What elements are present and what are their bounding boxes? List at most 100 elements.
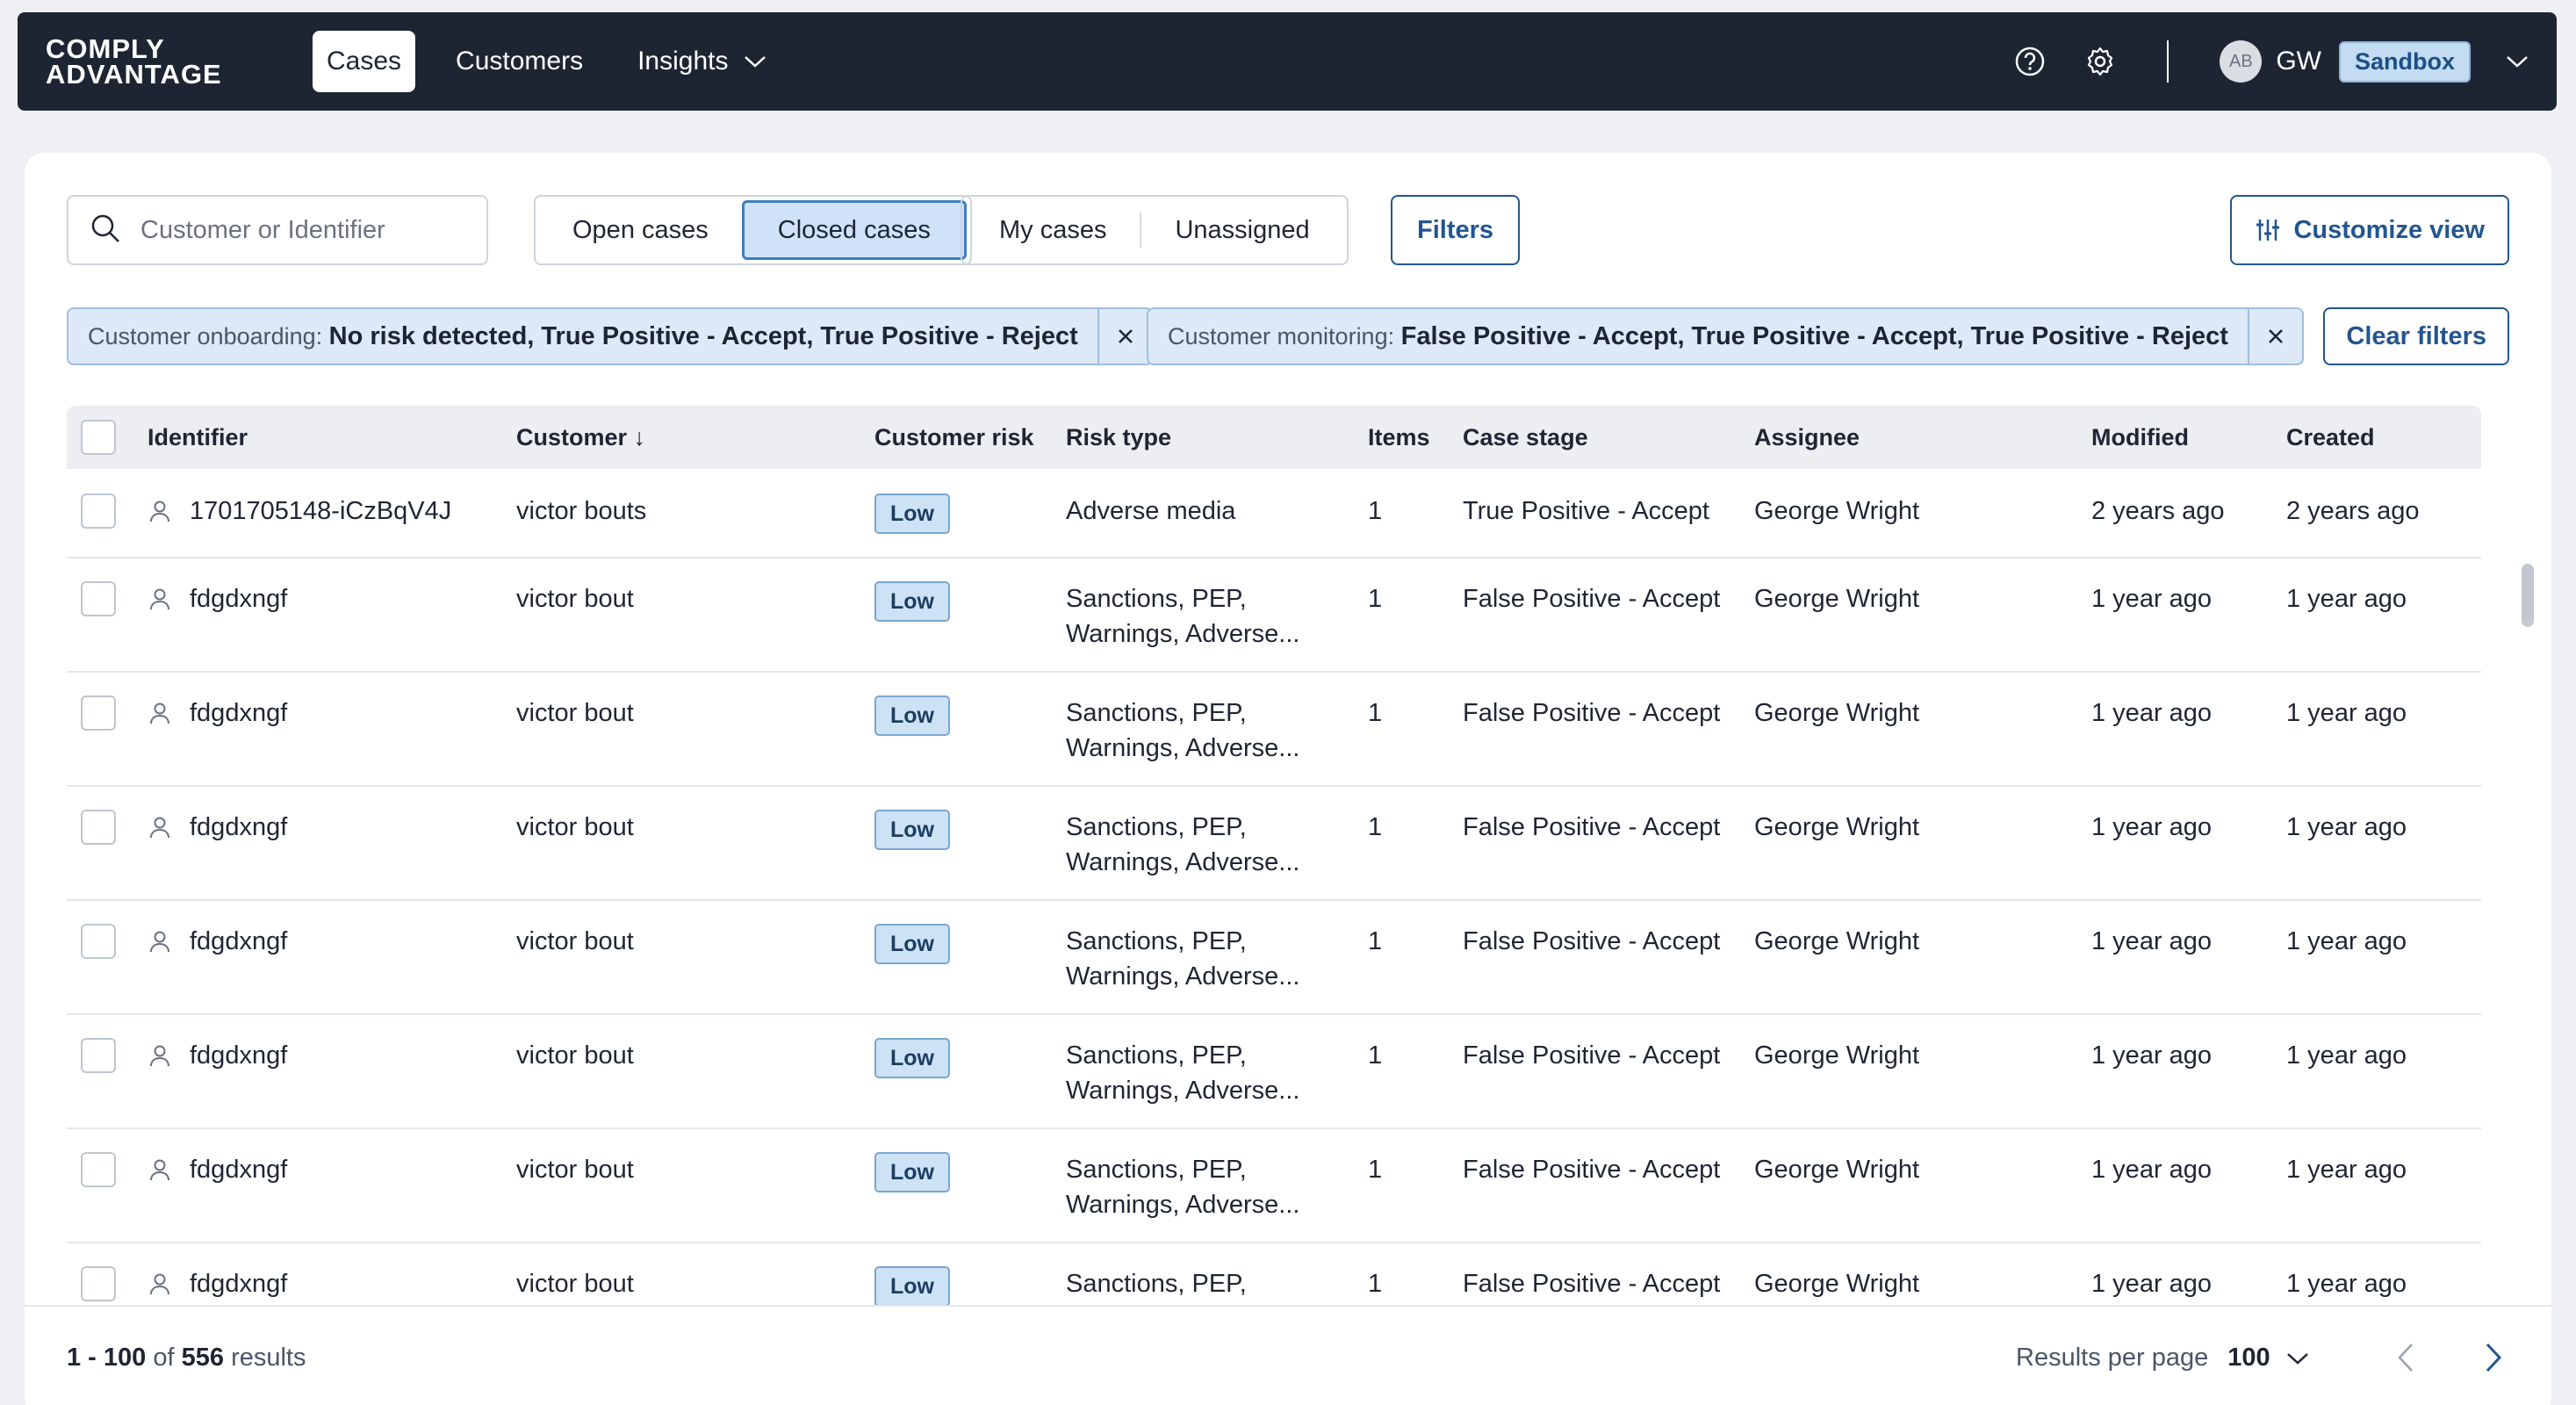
row-checkbox[interactable] — [81, 1152, 116, 1187]
table-row[interactable]: fdgdxngf victor bout Low Sanctions, PEP, War… — [67, 1015, 2481, 1129]
table-row[interactable]: fdgdxngf victor bout Low Sanctions, PEP, War… — [67, 787, 2481, 901]
settings-icon[interactable] — [2083, 44, 2118, 79]
row-checkbox[interactable] — [81, 695, 116, 731]
cell-modified: 1 year ago — [2091, 1041, 2213, 1070]
table-row[interactable]: fdgdxngf victor bout Low Sanctions, PEP, War… — [67, 1129, 2481, 1243]
filter-chip-value: No risk detected, True Positive - Accept… — [328, 321, 1078, 350]
nav-insights[interactable]: Insights — [623, 31, 781, 92]
column-case-stage[interactable]: Case stage — [1463, 406, 1588, 469]
nav-divider — [2167, 40, 2169, 83]
chevron-down-icon[interactable] — [2286, 1351, 2309, 1365]
person-icon — [150, 1273, 169, 1295]
risk-badge: Low — [874, 494, 950, 534]
cell-customer[interactable]: victor bout — [516, 924, 634, 959]
cell-case-stage: False Positive - Accept — [1463, 1041, 1721, 1070]
per-page-value[interactable]: 100 — [2227, 1344, 2270, 1373]
column-assignee[interactable]: Assignee — [1754, 406, 1860, 469]
column-items[interactable]: Items — [1368, 406, 1430, 469]
column-created[interactable]: Created — [2286, 406, 2375, 469]
remove-filter-icon[interactable] — [1097, 309, 1152, 364]
cell-risk-type: Adverse media — [1066, 497, 1236, 525]
search-icon — [90, 213, 121, 249]
open-cases-option[interactable]: Open cases — [539, 200, 742, 260]
row-checkbox[interactable] — [81, 924, 116, 959]
cell-created: 1 year ago — [2286, 1156, 2407, 1184]
risk-badge: Low — [874, 695, 950, 736]
unassigned-option[interactable]: Unassigned — [1141, 200, 1342, 260]
cell-created: 1 year ago — [2286, 927, 2407, 955]
table-row[interactable]: fdgdxngf victor bout Low Sanctions, PEP, War… — [67, 901, 2481, 1015]
nav-customers[interactable]: Customers — [442, 31, 597, 92]
cell-risk-type: Sanctions, PEP, — [1066, 699, 1247, 727]
risk-badge: Low — [874, 1266, 950, 1307]
cell-modified: 1 year ago — [2091, 1156, 2213, 1184]
customize-view-button[interactable]: Customize view — [2230, 195, 2509, 265]
cell-identifier[interactable]: fdgdxngf — [190, 1152, 287, 1187]
column-risk-type[interactable]: Risk type — [1066, 406, 1171, 469]
previous-page-icon[interactable] — [2386, 1338, 2425, 1377]
cell-risk-type: Sanctions, PEP, — [1066, 1041, 1247, 1070]
scrollbar[interactable] — [2522, 406, 2534, 1266]
cell-identifier[interactable]: fdgdxngf — [190, 810, 287, 845]
risk-badge: Low — [874, 1038, 950, 1078]
my-cases-option[interactable]: My cases — [966, 200, 1140, 260]
row-checkbox[interactable] — [81, 1038, 116, 1073]
risk-badge: Low — [874, 1152, 950, 1192]
help-icon[interactable] — [2012, 44, 2047, 79]
cell-risk-type: Sanctions, PEP, — [1066, 1270, 1247, 1298]
column-identifier[interactable]: Identifier — [148, 406, 248, 469]
avatar[interactable]: AB — [2220, 40, 2263, 83]
cell-case-stage: False Positive - Accept — [1463, 1270, 1721, 1298]
cell-assignee: George Wright — [1754, 1270, 1920, 1298]
scrollbar-thumb[interactable] — [2522, 564, 2534, 627]
cell-identifier[interactable]: 1701705148-iCzBqV4J — [190, 494, 451, 529]
table-row[interactable]: fdgdxngf victor bout Low Sanctions, PEP, War… — [67, 673, 2481, 787]
top-navigation: COMPLY ADVANTAGE Cases Customers Insight… — [18, 12, 2557, 111]
column-customer-risk[interactable]: Customer risk — [874, 406, 1034, 469]
cell-created: 1 year ago — [2286, 699, 2407, 727]
cell-identifier[interactable]: fdgdxngf — [190, 1038, 287, 1073]
row-checkbox[interactable] — [81, 1266, 116, 1301]
cell-risk-type: Sanctions, PEP, — [1066, 813, 1247, 841]
filters-button[interactable]: Filters — [1391, 195, 1521, 265]
table-row[interactable]: 1701705148-iCzBqV4J victor bouts Low Advers… — [67, 469, 2481, 558]
nav-cases[interactable]: Cases — [313, 31, 416, 92]
cell-created: 1 year ago — [2286, 1041, 2407, 1070]
select-all-checkbox[interactable] — [81, 420, 116, 455]
cell-case-stage: False Positive - Accept — [1463, 927, 1721, 955]
cell-customer[interactable]: victor bout — [516, 581, 634, 616]
cell-modified: 2 years ago — [2091, 497, 2225, 525]
search-box[interactable] — [67, 195, 488, 265]
closed-cases-option[interactable]: Closed cases — [741, 200, 967, 260]
remove-filter-icon[interactable] — [2247, 309, 2302, 364]
next-page-icon[interactable] — [2474, 1338, 2513, 1377]
sliders-icon — [2256, 220, 2280, 241]
cell-modified: 1 year ago — [2091, 813, 2213, 841]
column-customer[interactable]: Customer ↓ — [516, 406, 645, 469]
cell-customer[interactable]: victor bouts — [516, 494, 646, 529]
clear-filters-button[interactable]: Clear filters — [2323, 307, 2509, 365]
user-menu-chevron-icon[interactable] — [2506, 54, 2529, 68]
cell-items: 1 — [1368, 497, 1383, 525]
table-row[interactable]: fdgdxngf victor bout Low Sanctions, PEP, 1 Fa… — [67, 1243, 2481, 1307]
table-footer: 1 - 100 of 556 results Results per page … — [25, 1305, 2551, 1405]
row-checkbox[interactable] — [81, 810, 116, 845]
cell-identifier[interactable]: fdgdxngf — [190, 1266, 287, 1301]
cell-customer[interactable]: victor bout — [516, 1152, 634, 1187]
column-modified[interactable]: Modified — [2091, 406, 2189, 469]
cell-customer[interactable]: victor bout — [516, 1038, 634, 1073]
cell-identifier[interactable]: fdgdxngf — [190, 924, 287, 959]
row-checkbox[interactable] — [81, 494, 116, 529]
row-checkbox[interactable] — [81, 581, 116, 616]
cell-assignee: George Wright — [1754, 497, 1920, 525]
cell-customer[interactable]: victor bout — [516, 810, 634, 845]
cell-identifier[interactable]: fdgdxngf — [190, 695, 287, 731]
cell-customer[interactable]: victor bout — [516, 695, 634, 731]
results-per-page[interactable]: Results per page 100 — [2016, 1344, 2309, 1373]
cell-identifier[interactable]: fdgdxngf — [190, 581, 287, 616]
filter-chip-onboarding: Customer onboarding: No risk detected, T… — [67, 307, 1154, 365]
search-input[interactable] — [140, 215, 474, 245]
cell-customer[interactable]: victor bout — [516, 1266, 634, 1301]
comply-advantage-logo[interactable]: COMPLY ADVANTAGE — [46, 35, 256, 88]
table-row[interactable]: fdgdxngf victor bout Low Sanctions, PEP, War… — [67, 558, 2481, 673]
